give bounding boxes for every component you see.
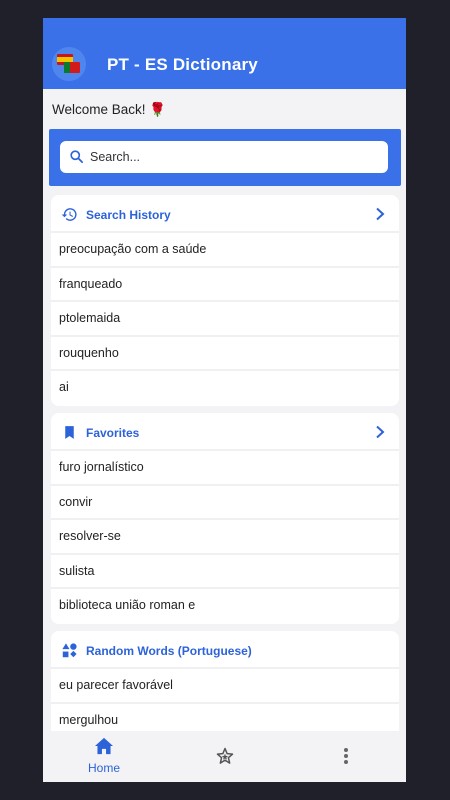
nav-home[interactable]: Home (77, 737, 131, 775)
home-icon (95, 737, 113, 755)
nav-more[interactable] (343, 747, 349, 770)
favorite-item[interactable]: sulista (51, 554, 399, 589)
app-title: PT - ES Dictionary (107, 55, 258, 74)
category-shapes-icon (62, 643, 77, 658)
search-box[interactable] (60, 141, 388, 173)
random-words-title: Random Words (Portuguese) (86, 644, 252, 658)
favorites-header[interactable]: Favorites (51, 413, 399, 451)
history-item[interactable]: ptolemaida (51, 302, 399, 337)
bookmark-icon (65, 426, 74, 439)
favorite-item[interactable]: resolver-se (51, 520, 399, 555)
history-item[interactable]: franqueado (51, 267, 399, 302)
random-words-header: Random Words (Portuguese) (51, 631, 399, 669)
pt-es-flags-icon (52, 47, 86, 81)
favorite-item[interactable]: biblioteca união roman e (51, 589, 399, 624)
favorite-item[interactable]: convir (51, 485, 399, 520)
history-item[interactable]: rouquenho (51, 336, 399, 371)
welcome-message: Welcome Back! 🌹 (52, 102, 167, 117)
history-icon (61, 208, 77, 221)
random-word-item[interactable]: eu parecer favorável (51, 669, 399, 704)
search-history-title: Search History (86, 208, 171, 222)
app-screen: PT - ES Dictionary Welcome Back! 🌹 Searc… (43, 18, 406, 782)
chevron-right-icon[interactable] (374, 425, 386, 439)
favorites-title: Favorites (86, 426, 140, 440)
nav-home-label: Home (87, 761, 120, 775)
portugal-flag-icon (64, 62, 80, 73)
app-bar: PT - ES Dictionary (43, 18, 406, 89)
favorites-card: Favorites furo jornalístico convir resol… (51, 413, 399, 624)
random-words-card: Random Words (Portuguese) eu parecer fav… (51, 631, 399, 738)
search-history-card: Search History preocupação com a saúde f… (51, 195, 399, 406)
search-icon (70, 150, 83, 163)
search-input[interactable] (90, 147, 380, 167)
history-item[interactable]: preocupação com a saúde (51, 233, 399, 268)
history-item[interactable]: ai (51, 371, 399, 406)
chevron-right-icon[interactable] (374, 207, 386, 221)
bottom-navigation: Home (43, 731, 406, 782)
nav-favorites[interactable] (215, 746, 235, 771)
more-vertical-icon (344, 748, 348, 764)
favorite-item[interactable]: furo jornalístico (51, 451, 399, 486)
star-sparkle-icon (216, 747, 234, 764)
search-history-header[interactable]: Search History (51, 195, 399, 233)
search-bar-container (49, 129, 401, 186)
